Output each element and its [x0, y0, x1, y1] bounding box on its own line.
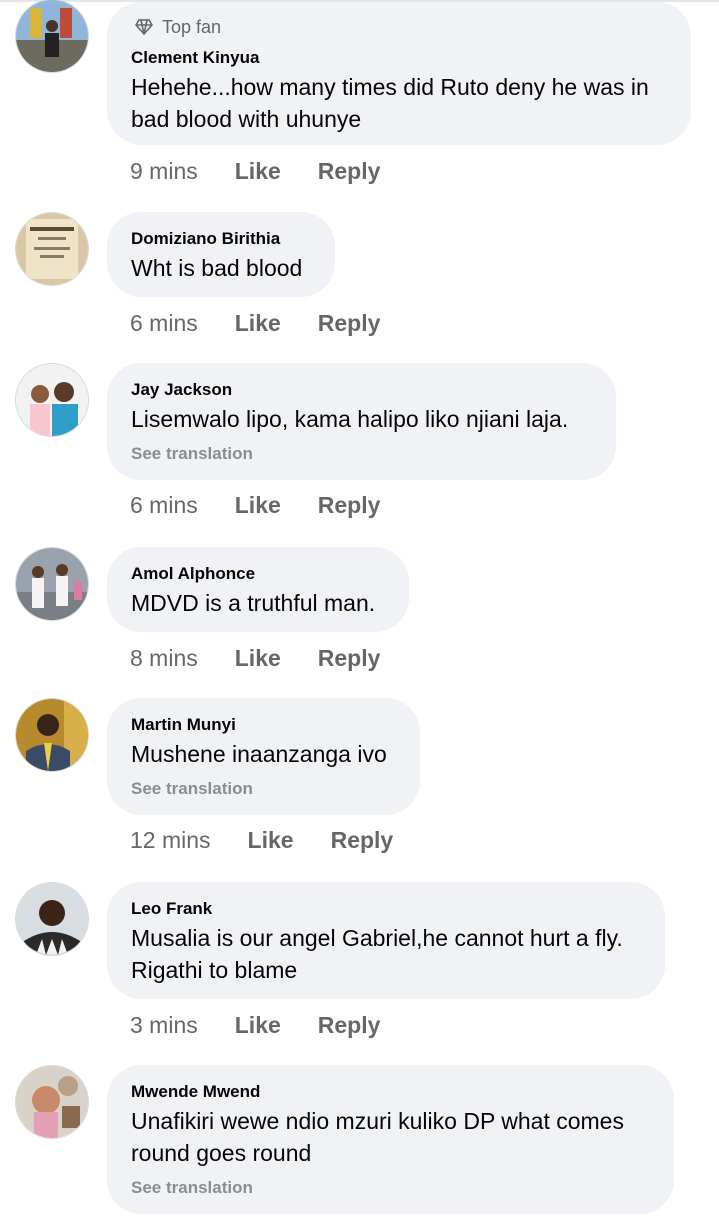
badge-label: Top fan [162, 16, 222, 37]
comment-actions: 3 mins Like Reply [130, 1012, 380, 1039]
like-button[interactable]: Like [235, 492, 281, 519]
avatar[interactable] [16, 883, 88, 955]
comment-author[interactable]: Jay Jackson [131, 379, 592, 401]
diamond-icon [135, 19, 153, 35]
comment-timestamp[interactable]: 6 mins [130, 310, 198, 337]
comment-text-line: Lisemwalo lipo, kama halipo liko njiani … [131, 406, 569, 432]
comment-author[interactable]: Domiziano Birithia [131, 228, 311, 250]
like-button[interactable]: Like [235, 1012, 281, 1039]
comment-text-line: Mushene inaanzanga ivo [131, 741, 387, 767]
comment-bubble: Martin Munyi Mushene inaanzanga ivo See … [107, 698, 420, 815]
avatar[interactable] [16, 699, 88, 771]
comment-bubble: Domiziano Birithia Wht is bad blood [107, 212, 335, 297]
comment-text-line: round goes round [131, 1140, 312, 1166]
reply-button[interactable]: Reply [318, 1012, 381, 1039]
comment-actions: 6 mins Like Reply [130, 492, 380, 519]
comment-bubble: Leo Frank Musalia is our angel Gabriel,h… [107, 882, 665, 999]
reply-button[interactable]: Reply [318, 158, 381, 185]
comment-text-line: MDVD is a truthful man. [131, 590, 376, 616]
comment-timestamp[interactable]: 6 mins [130, 492, 198, 519]
comment-bubble: Amol Alphonce MDVD is a truthful man. [107, 547, 409, 632]
comment-text-line: Rigathi to blame [131, 957, 298, 983]
comment-text-line: bad blood with uhunye [131, 106, 362, 132]
comment-author[interactable]: Martin Munyi [131, 714, 396, 736]
comment-bubble: Mwende Mwend Unafikiri wewe ndio mzuri k… [107, 1065, 674, 1214]
comment-author[interactable]: Leo Frank [131, 898, 641, 920]
like-button[interactable]: Like [235, 310, 281, 337]
reply-button[interactable]: Reply [318, 645, 381, 672]
comment-actions: 12 mins Like Reply [130, 827, 393, 854]
avatar[interactable] [16, 548, 88, 620]
avatar[interactable] [16, 213, 88, 285]
avatar[interactable] [16, 364, 88, 436]
comment-author[interactable]: Mwende Mwend [131, 1081, 650, 1103]
reply-button[interactable]: Reply [318, 310, 381, 337]
like-button[interactable]: Like [248, 827, 294, 854]
reply-button[interactable]: Reply [318, 492, 381, 519]
comment-author[interactable]: Clement Kinyua [131, 47, 667, 69]
like-button[interactable]: Like [235, 158, 281, 185]
comment-text-line: Hehehe...how many times did Ruto deny he… [131, 74, 649, 100]
see-translation-link[interactable]: See translation [131, 778, 396, 800]
comment-timestamp[interactable]: 3 mins [130, 1012, 198, 1039]
comment-text-line: Unafikiri wewe ndio mzuri kuliko DP what… [131, 1108, 624, 1134]
comment-actions: 9 mins Like Reply [130, 158, 380, 185]
comment-timestamp[interactable]: 12 mins [130, 827, 211, 854]
avatar[interactable] [16, 1066, 88, 1138]
see-translation-link[interactable]: See translation [131, 443, 592, 465]
comment-actions: 8 mins Like Reply [130, 645, 380, 672]
see-translation-link[interactable]: See translation [131, 1177, 650, 1199]
comment-bubble: Jay Jackson Lisemwalo lipo, kama halipo … [107, 363, 616, 480]
comment-text-line: Wht is bad blood [131, 255, 303, 281]
comment-text-line: Musalia is our angel Gabriel,he cannot h… [131, 925, 623, 951]
comment-actions: 6 mins Like Reply [130, 310, 380, 337]
comment-bubble: Top fan Clement Kinyua Hehehe...how many… [107, 2, 691, 145]
avatar[interactable] [16, 0, 88, 72]
comment-timestamp[interactable]: 8 mins [130, 645, 198, 672]
comment-author[interactable]: Amol Alphonce [131, 563, 385, 585]
top-fan-badge: Top fan [131, 14, 667, 40]
like-button[interactable]: Like [235, 645, 281, 672]
reply-button[interactable]: Reply [331, 827, 394, 854]
comment-timestamp[interactable]: 9 mins [130, 158, 198, 185]
